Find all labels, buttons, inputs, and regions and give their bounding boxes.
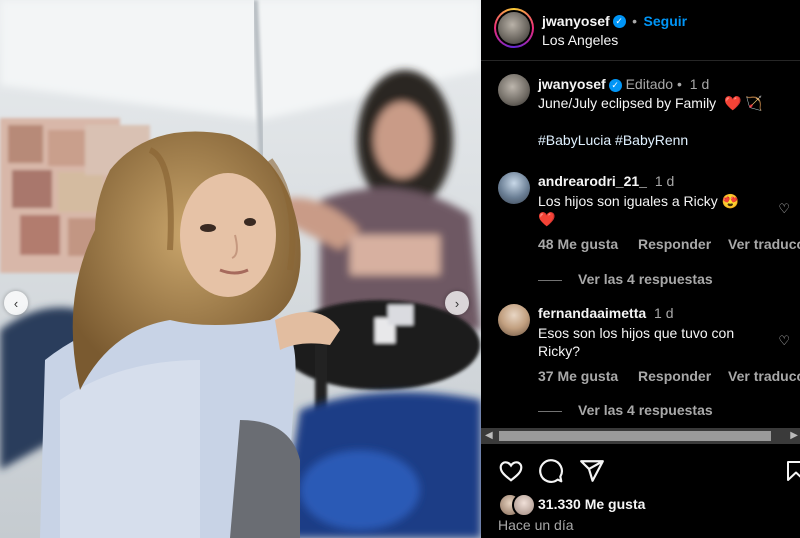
comment-time[interactable]: 1 d: [655, 173, 674, 189]
caption-username[interactable]: jwanyosef: [538, 76, 606, 92]
reply-button[interactable]: Responder: [638, 236, 711, 252]
post-actions: [481, 458, 800, 488]
comment-text: Esos son los hijos que tuvo con: [538, 325, 735, 341]
comment-avatar[interactable]: [498, 304, 530, 336]
comment-avatar[interactable]: [498, 172, 530, 204]
comment-text-continued: ❤️: [538, 211, 556, 227]
reply-button[interactable]: Responder: [638, 368, 711, 384]
horizontal-scrollbar[interactable]: ◀ ▶: [481, 428, 800, 444]
comment-likes-count[interactable]: 37 Me gusta: [538, 368, 618, 384]
post-timestamp[interactable]: Hace un día: [498, 517, 574, 533]
post-location[interactable]: Los Angeles: [542, 32, 618, 48]
comment-text: Los hijos son iguales a Ricky 😍: [538, 193, 740, 209]
comment-like-heart-icon[interactable]: ♡: [778, 333, 790, 349]
comment-like-heart-icon[interactable]: ♡: [778, 201, 790, 217]
caption-emojis: ❤️ 🏹: [724, 95, 763, 111]
comment-time[interactable]: 1 d: [654, 305, 673, 321]
avatar: [498, 12, 530, 44]
caption-separator: •: [676, 76, 682, 92]
chevron-left-icon: ‹: [13, 295, 19, 311]
caption-avatar[interactable]: [498, 74, 530, 106]
story-ring-avatar[interactable]: [494, 8, 534, 48]
replies-divider: [538, 410, 562, 412]
previous-photo-button[interactable]: ‹: [4, 291, 28, 315]
view-replies-button[interactable]: Ver las 4 respuestas: [578, 402, 713, 418]
caption-time[interactable]: 1 d: [690, 76, 709, 92]
verified-badge-icon: ✓: [612, 15, 626, 29]
caption-text: June/July eclipsed by Family: [538, 95, 717, 111]
comment-text-continued: Ricky?: [538, 343, 581, 359]
caption-hashtags[interactable]: #BabyLucia #BabyRenn: [538, 131, 688, 149]
follow-button[interactable]: Seguir: [644, 13, 688, 29]
comment-icon[interactable]: [538, 458, 564, 484]
comment-username[interactable]: fernandaaimetta: [538, 305, 646, 321]
comment-username[interactable]: andrearodri_21_: [538, 173, 647, 189]
photo-image: [0, 0, 481, 538]
post-header: jwanyosef ✓ • Seguir Los Angeles: [481, 0, 800, 61]
post-photo[interactable]: ‹ ›: [0, 0, 481, 538]
likes-count[interactable]: 31.330 Me gusta: [538, 496, 645, 512]
scroll-left-icon[interactable]: ◀: [485, 428, 493, 444]
edited-label: Editado: [625, 76, 674, 92]
bookmark-icon[interactable]: [784, 458, 800, 484]
share-icon[interactable]: [579, 458, 605, 484]
liker-avatar[interactable]: [512, 493, 536, 517]
scrollbar-thumb[interactable]: [499, 431, 771, 441]
comment-likes-count[interactable]: 48 Me gusta: [538, 236, 618, 252]
header-separator: •: [632, 13, 638, 29]
chevron-right-icon: ›: [454, 295, 460, 311]
translate-button[interactable]: Ver traducción: [728, 236, 800, 252]
replies-divider: [538, 279, 562, 281]
verified-badge-icon: ✓: [608, 78, 622, 92]
author-username[interactable]: jwanyosef: [542, 13, 610, 29]
heart-icon[interactable]: [498, 458, 524, 484]
next-photo-button[interactable]: ›: [445, 291, 469, 315]
view-replies-button[interactable]: Ver las 4 respuestas: [578, 271, 713, 287]
post-panel: jwanyosef ✓ • Seguir Los Angeles jwanyose…: [481, 0, 800, 538]
translate-button[interactable]: Ver traducción: [728, 368, 800, 384]
scroll-right-icon[interactable]: ▶: [790, 428, 798, 444]
